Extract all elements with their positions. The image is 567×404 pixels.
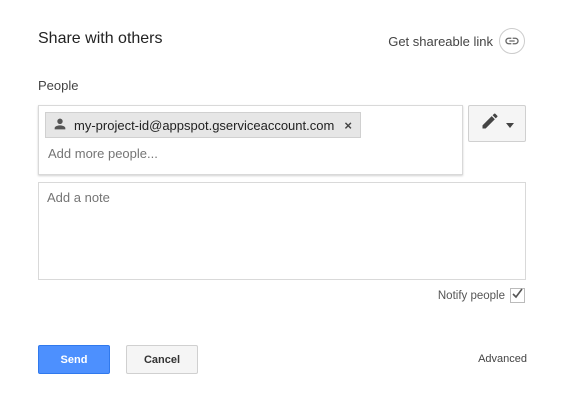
- permission-dropdown-button[interactable]: [468, 105, 526, 142]
- pencil-icon: [480, 111, 500, 136]
- note-field[interactable]: [38, 182, 526, 280]
- person-icon: [52, 116, 68, 135]
- people-label: People: [38, 78, 79, 93]
- shareable-link-label: Get shareable link: [388, 33, 493, 49]
- notify-people-checkbox[interactable]: [510, 288, 525, 303]
- checkmark-icon: [511, 287, 524, 305]
- notify-people-option[interactable]: Notify people: [438, 288, 525, 303]
- get-shareable-link-button[interactable]: Get shareable link: [388, 28, 525, 54]
- people-input-box[interactable]: my-project-id@appspot.gserviceaccount.co…: [38, 105, 463, 175]
- chevron-down-icon: [506, 115, 514, 133]
- link-icon[interactable]: [499, 28, 525, 54]
- advanced-link[interactable]: Advanced: [478, 353, 527, 365]
- send-button[interactable]: Send: [38, 345, 110, 374]
- cancel-button[interactable]: Cancel: [126, 345, 198, 374]
- notify-people-label: Notify people: [437, 289, 505, 302]
- add-people-input[interactable]: [48, 146, 448, 161]
- recipient-chip[interactable]: my-project-id@appspot.gserviceaccount.co…: [45, 112, 361, 138]
- recipient-email: my-project-id@appspot.gserviceaccount.co…: [74, 117, 335, 133]
- dialog-title: Share with others: [38, 30, 163, 47]
- remove-recipient-icon[interactable]: ×: [344, 118, 352, 133]
